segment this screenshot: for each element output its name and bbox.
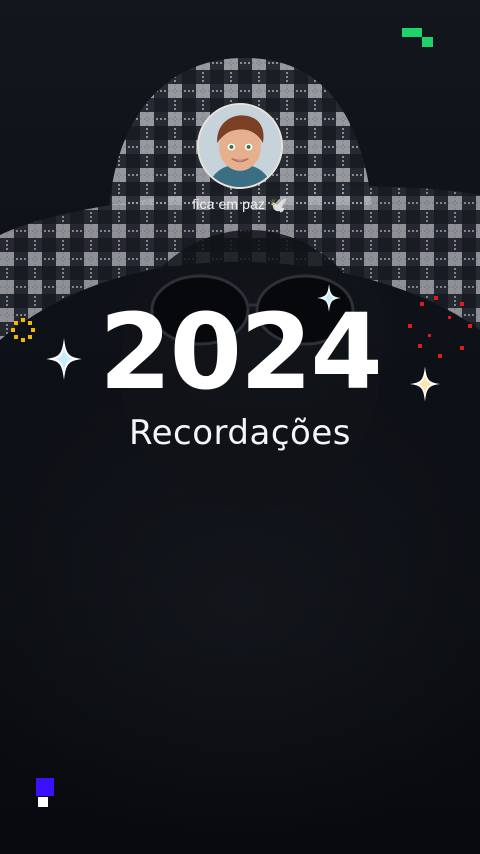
sparkle-icon [317,284,341,312]
red-dots-icon [408,296,472,358]
profile-caption: fica em paz 🕊️ [0,196,480,214]
subtitle: Recordações [129,413,351,453]
cartoon-avatar-icon [199,105,281,187]
purple-pixel-icon [36,778,54,807]
sparkle-icon [46,338,82,380]
caption-text: fica em paz [192,196,265,212]
dove-icon: 🕊️ [268,197,288,214]
profile-avatar[interactable] [197,103,283,189]
gold-ring-icon [11,318,35,342]
hat-illustration [0,57,480,510]
sparkle-icon [410,366,440,402]
green-pixels-icon [402,28,433,47]
